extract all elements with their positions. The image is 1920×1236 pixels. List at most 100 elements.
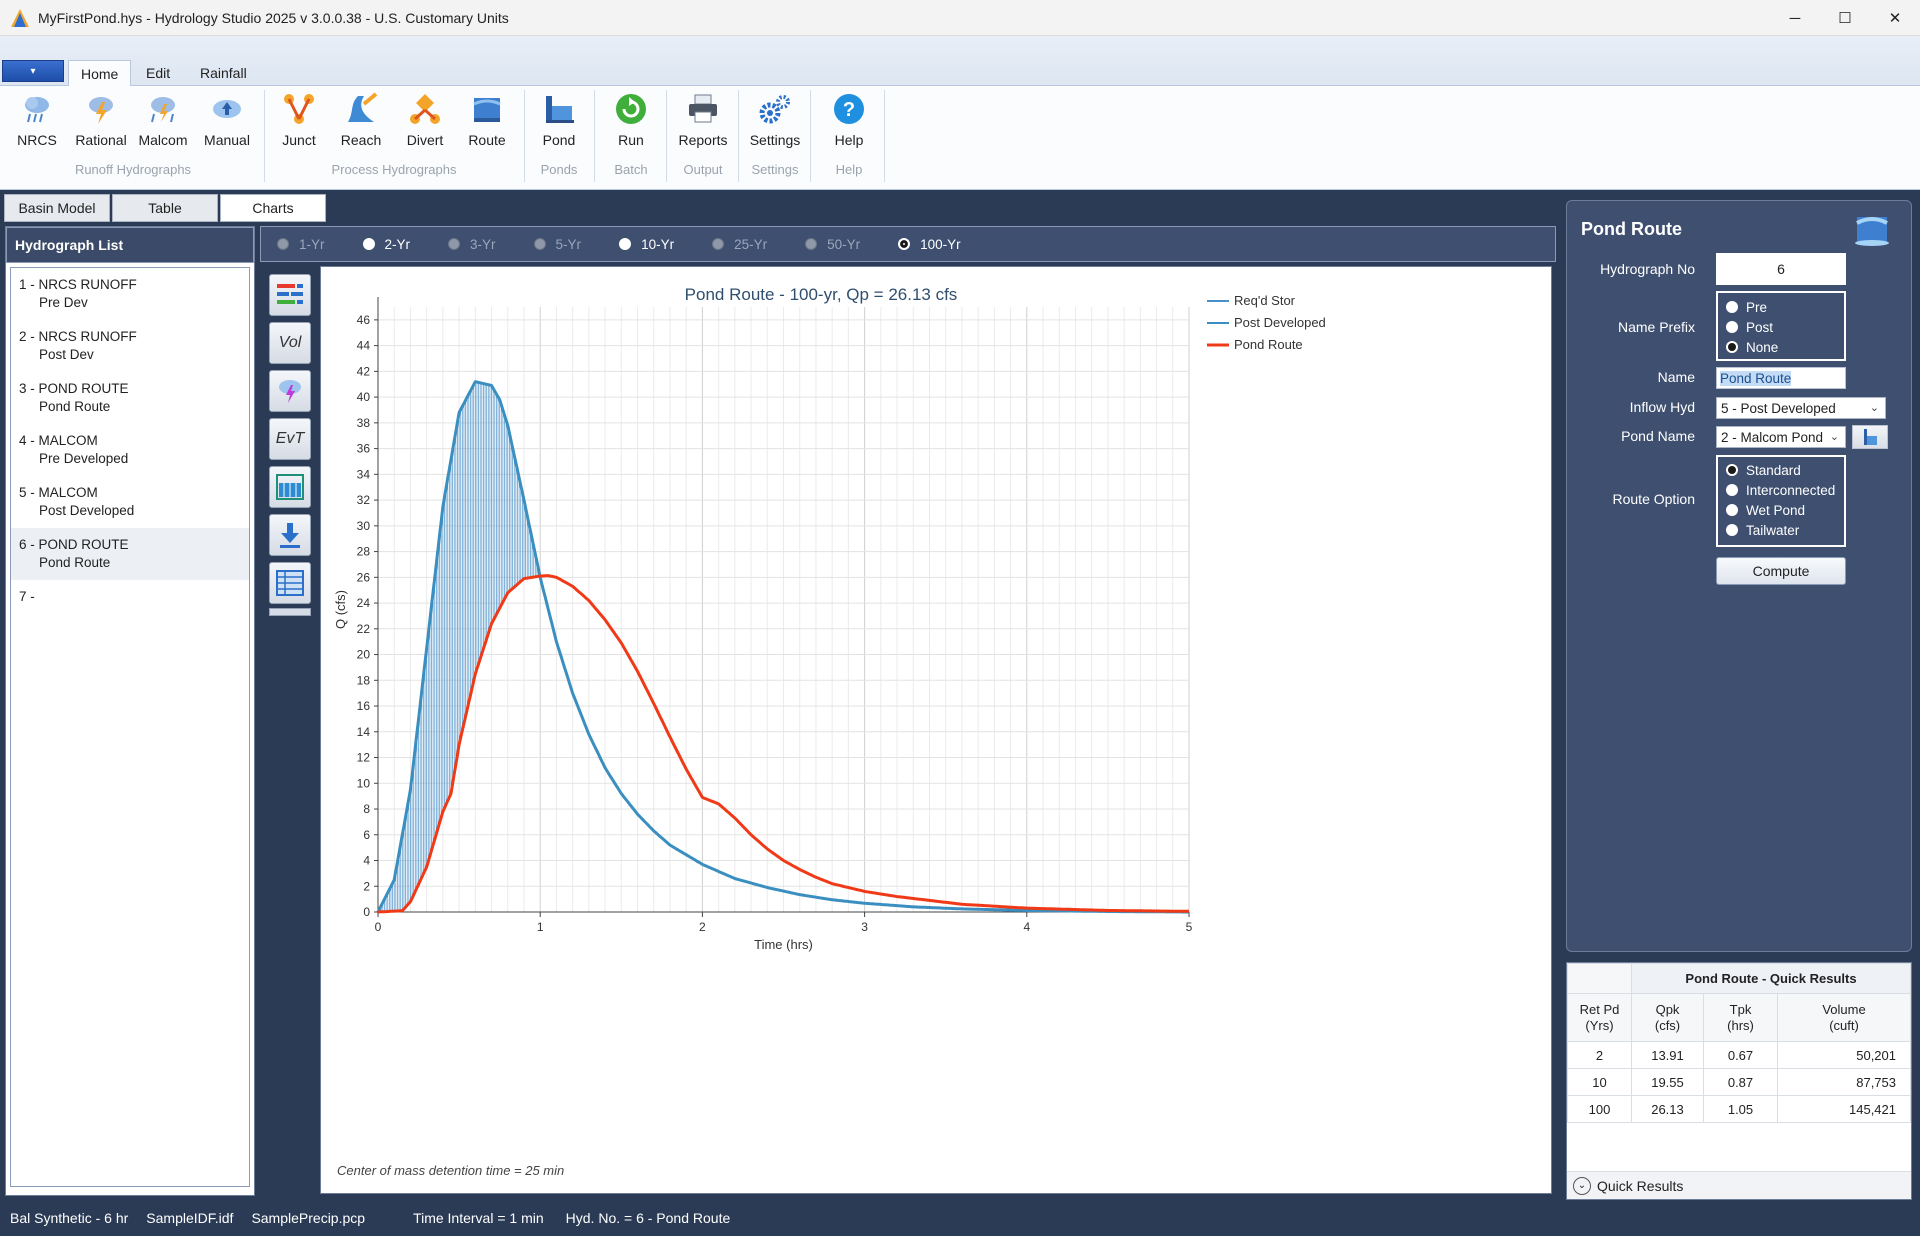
quick-results-title: Pond Route - Quick Results [1631, 963, 1911, 994]
list-item-subtitle: Pond Route [39, 399, 111, 414]
freq-2yr[interactable]: 2-Yr [362, 237, 410, 252]
tab-edit[interactable]: Edit [134, 60, 182, 86]
list-item-title: 1 - NRCS RUNOFF [19, 277, 137, 292]
chevron-down-icon: ⌄ [1573, 1176, 1591, 1195]
table-row[interactable]: 100 26.13 1.05 145,421 [1567, 1095, 1911, 1123]
name-input-value: Pond Route [1720, 370, 1792, 386]
maximize-button[interactable]: ☐ [1820, 0, 1870, 36]
table-cell: 0.87 [1703, 1068, 1778, 1096]
manual-label: Manual [204, 132, 250, 148]
divert-button[interactable]: Divert [394, 92, 456, 148]
list-item[interactable]: 2 - NRCS RUNOFF Post Dev [11, 320, 249, 372]
rational-button[interactable]: Rational [70, 92, 132, 148]
settings-button[interactable]: Settings [744, 92, 806, 148]
close-button[interactable]: ✕ [1870, 0, 1920, 36]
reach-button[interactable]: Reach [330, 92, 392, 148]
pond-route-icon [1855, 217, 1889, 246]
compute-button[interactable]: Compute [1716, 557, 1846, 585]
freq-100yr[interactable]: 100-Yr [898, 237, 961, 252]
table-row[interactable]: 10 19.55 0.87 87,753 [1567, 1068, 1911, 1096]
freq-1yr[interactable]: 1-Yr [277, 237, 325, 252]
route-button[interactable]: Route [456, 92, 518, 148]
help-button[interactable]: ? Help [818, 92, 880, 148]
route-tailwater-radio[interactable]: Tailwater [1718, 520, 1844, 540]
freq-5yr[interactable]: 5-Yr [533, 237, 581, 252]
list-item-title: 4 - MALCOM [19, 433, 98, 448]
download-tool-button[interactable] [269, 514, 311, 556]
y-tick-label: 22 [357, 622, 371, 636]
pond-view-tool-button[interactable] [269, 466, 311, 508]
inflow-hyd-select[interactable]: 5 - Post Developed ⌄ [1716, 397, 1886, 419]
app-logo-icon [11, 8, 29, 27]
prefix-pre-radio[interactable]: Pre [1718, 297, 1844, 317]
tab-rainfall[interactable]: Rainfall [188, 60, 259, 86]
table-tool-button[interactable] [269, 562, 311, 604]
hydrograph-no-field[interactable]: 6 [1716, 253, 1846, 285]
list-item[interactable]: 1 - NRCS RUNOFF Pre Dev [11, 268, 249, 320]
column-header-unit: (cfs) [1654, 1017, 1681, 1033]
route-interconnected-radio[interactable]: Interconnected [1718, 480, 1844, 500]
reports-button[interactable]: Reports [672, 92, 734, 148]
freq-25yr[interactable]: 25-Yr [712, 237, 767, 252]
manual-button[interactable]: Manual [196, 92, 258, 148]
junct-button[interactable]: Junct [268, 92, 330, 148]
tab-charts[interactable]: Charts [220, 194, 326, 222]
list-item-title: 7 - [19, 589, 35, 604]
radio-icon [1726, 484, 1738, 496]
pond-button[interactable]: Pond [528, 92, 590, 148]
radio-icon [362, 238, 375, 250]
tab-home[interactable]: Home [68, 60, 132, 86]
status-rainfall: Bal Synthetic - 6 hr [10, 1210, 129, 1226]
column-header-unit: (Yrs) [1585, 1017, 1614, 1033]
freq-10yr[interactable]: 10-Yr [619, 237, 674, 252]
radio-icon [1726, 504, 1738, 516]
legend-icon [277, 284, 303, 304]
radio-icon [898, 238, 911, 250]
prefix-none-radio[interactable]: None [1718, 337, 1844, 357]
run-button[interactable]: Run [600, 92, 662, 148]
pond-label: Pond [542, 132, 576, 148]
quick-results-table: Pond Route - Quick Results Ret Pd (Yrs) Q… [1567, 963, 1911, 1123]
table-row[interactable]: 2 13.91 0.67 50,201 [1567, 1041, 1911, 1069]
group-settings: Settings [751, 162, 799, 177]
radio-selected-icon [1726, 464, 1738, 476]
freq-3yr[interactable]: 3-Yr [448, 237, 496, 252]
minimize-button[interactable]: ─ [1770, 0, 1820, 36]
y-tick-label: 46 [357, 313, 371, 327]
freq-label: 25-Yr [734, 236, 768, 252]
column-header: Tpk (hrs) [1703, 993, 1778, 1042]
column-header-label: Qpk [1655, 1001, 1680, 1017]
radio-icon [1726, 524, 1738, 536]
x-tick-label: 2 [699, 920, 706, 934]
malcom-button[interactable]: Malcom [132, 92, 194, 148]
chart-annotation: Center of mass detention time = 25 min [337, 1163, 565, 1178]
quick-results-toggle[interactable]: ⌄ Quick Results [1567, 1171, 1911, 1199]
pond-name-select[interactable]: 2 - Malcom Pond ⌄ [1716, 426, 1846, 448]
storm-tool-button[interactable] [269, 370, 311, 412]
ribbon-separator [264, 90, 265, 182]
list-item[interactable]: 3 - POND ROUTE Pond Route [11, 372, 249, 424]
chevron-down-icon: ⌄ [1869, 402, 1879, 414]
list-item[interactable]: 5 - MALCOM Post Developed [11, 476, 249, 528]
nrcs-button[interactable]: NRCS [6, 92, 68, 148]
app-menu-button[interactable]: ▾ [2, 60, 64, 82]
quick-results-footer-label: Quick Results [1597, 1177, 1684, 1194]
toolbar-resize-handle[interactable] [269, 608, 311, 616]
route-standard-radio[interactable]: Standard [1718, 460, 1844, 480]
y-tick-label: 26 [357, 570, 371, 584]
elevation-time-tool-button[interactable]: EvT [269, 418, 311, 460]
route-wet-pond-radio[interactable]: Wet Pond [1718, 500, 1844, 520]
reach-label: Reach [340, 132, 382, 148]
name-input[interactable]: Pond Route [1716, 367, 1846, 389]
tab-table[interactable]: Table [112, 194, 218, 222]
list-item[interactable]: 4 - MALCOM Pre Developed [11, 424, 249, 476]
legend-tool-button[interactable] [269, 274, 311, 316]
tab-basin-model[interactable]: Basin Model [4, 194, 110, 222]
edit-pond-button[interactable] [1852, 425, 1888, 449]
table-cell: 87,753 [1777, 1068, 1911, 1096]
prefix-post-radio[interactable]: Post [1718, 317, 1844, 337]
list-item-selected[interactable]: 6 - POND ROUTE Pond Route [11, 528, 249, 580]
freq-50yr[interactable]: 50-Yr [805, 237, 860, 252]
list-item[interactable]: 7 - [11, 580, 249, 614]
volume-tool-button[interactable]: Vol [269, 322, 311, 364]
